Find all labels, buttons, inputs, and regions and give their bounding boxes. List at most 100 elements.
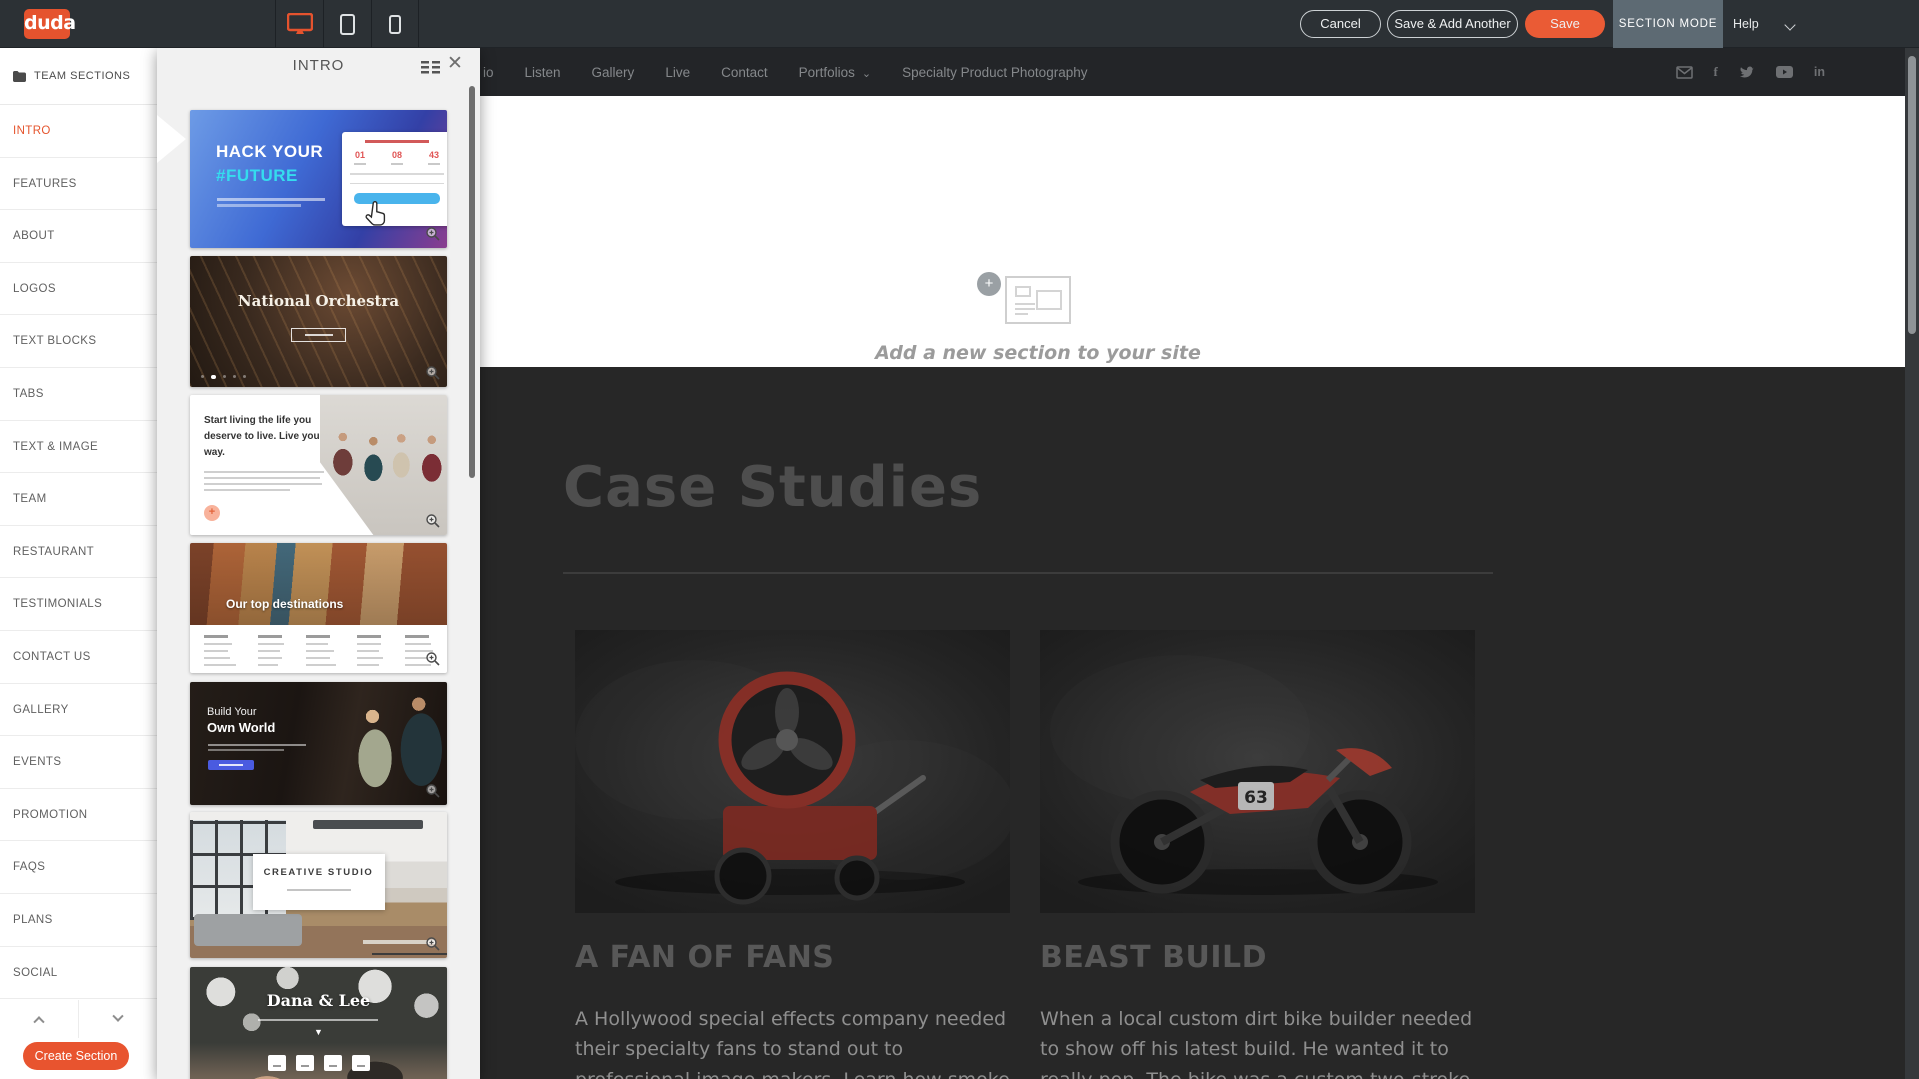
desktop-view-button[interactable] [275,0,323,48]
thumb-headline: Start living the life you deserve to liv… [204,413,330,461]
sidebar-item[interactable]: TABS [0,368,157,421]
duda-logo[interactable]: duda [24,9,70,39]
heart-icon: ▼ [190,1027,447,1037]
chevron-down-icon[interactable] [1784,19,1795,30]
countdown-number: 08 [391,150,403,165]
countdown-number: 43 [428,150,440,165]
sections-sidebar: TEAM SECTIONS INTROFEATURESABOUTLOGOSTEX… [0,48,157,1079]
thumb-cta-button [354,193,440,204]
thumb-cta-button [291,328,346,342]
countdown-number: 01 [354,150,366,165]
phone-view-button[interactable] [371,0,419,48]
save-button[interactable]: Save [1525,10,1605,38]
zoom-preview-icon[interactable] [426,652,440,666]
dirt-bike-image: 63 [1040,630,1475,913]
sidebar-pager [0,1000,157,1038]
save-add-another-button[interactable]: Save & Add Another [1387,10,1518,38]
sidebar-item[interactable]: FEATURES [0,158,157,211]
sidebar-item[interactable]: INTRO [0,105,157,158]
template-thumb-top-destinations[interactable]: Our top destinations [190,543,447,673]
email-icon[interactable] [1676,66,1693,79]
facebook-icon[interactable]: f [1714,64,1718,80]
sidebar-item[interactable]: TEXT BLOCKS [0,315,157,368]
case-studies-heading: Case Studies [563,455,982,520]
zoom-preview-icon[interactable] [426,366,440,380]
sidebar-item[interactable]: RESTAURANT [0,526,157,579]
template-thumb-national-orchestra[interactable]: National Orchestra [190,256,447,387]
template-thumb-start-living[interactable]: Start living the life you deserve to liv… [190,395,447,535]
site-social-links: f in [1676,48,1825,96]
sidebar-item[interactable]: TESTIMONIALS [0,578,157,631]
case-study-title: A FAN OF FANS [575,940,1010,975]
tablet-view-button[interactable] [323,0,371,48]
plus-circle-icon: + [977,272,1001,296]
top-bar: duda Cancel Save & Add Another Save SECT… [0,0,1919,48]
zoom-preview-icon[interactable] [426,227,440,241]
site-nav-item[interactable]: Live [665,65,690,80]
template-thumb-build-your-own-world[interactable]: Build Your Own World [190,682,447,805]
sidebar-item[interactable]: TEXT & IMAGE [0,421,157,474]
plus-circle-icon: + [204,505,220,521]
site-nav-item[interactable]: Contact [721,65,768,80]
divider [563,572,1493,574]
sidebar-item[interactable]: LOGOS [0,263,157,316]
studio-card: CREATIVE STUDIO [253,854,385,910]
youtube-icon[interactable] [1776,66,1793,78]
template-thumb-dana-and-lee[interactable]: Dana & Lee ▼ [190,967,447,1079]
countdown-boxes [190,1055,447,1071]
template-thumb-hack-your-future[interactable]: HACK YOUR #FUTURE 01 08 43 [190,110,447,248]
thumb-cta-button [208,760,254,770]
sidebar-item[interactable]: SOCIAL [0,947,157,1000]
case-study-card-fan: A FAN OF FANS A Hollywood special effect… [575,630,1010,1079]
layout-toggle-icon[interactable] [421,61,441,79]
zoom-preview-icon[interactable] [426,784,440,798]
sidebar-item[interactable]: PLANS [0,894,157,947]
template-thumb-creative-studio[interactable]: CREATIVE STUDIO [190,812,447,958]
carousel-dots [201,375,246,380]
sidebar-item[interactable]: FAQS [0,841,157,894]
close-icon[interactable]: ✕ [447,52,463,75]
twitter-icon[interactable] [1739,66,1755,79]
case-study-title: BEAST BUILD [1040,940,1475,975]
thumb-headline: Own World [207,720,275,735]
sidebar-items: INTROFEATURESABOUTLOGOSTEXT BLOCKSTABSTE… [0,105,157,999]
site-nav-item[interactable]: Specialty Product Photography [902,65,1087,80]
add-section-illustration: + [977,272,1097,332]
case-study-text: A Hollywood special effects company need… [575,1004,1010,1079]
linkedin-icon[interactable]: in [1814,65,1825,79]
zoom-preview-icon[interactable] [426,514,440,528]
case-study-card-bike: 63 BEAST BUILD When a local custom dirt … [1040,630,1475,1079]
thumb-headline: Build Your [207,706,257,718]
scroll-down-button[interactable] [79,1000,158,1038]
destinations-table [204,635,433,671]
site-nav-item[interactable]: Gallery [592,65,635,80]
help-menu[interactable]: Help [1733,0,1759,48]
scroll-up-button[interactable] [0,1000,79,1038]
chevron-down-icon [112,1011,123,1022]
sidebar-item[interactable]: EVENTS [0,736,157,789]
active-item-arrow [157,115,186,163]
thumb-headline: CREATIVE STUDIO [253,867,385,878]
bike-number: 63 [1244,788,1268,808]
preview-scrollbar[interactable] [1905,48,1919,1079]
sidebar-item[interactable]: ABOUT [0,210,157,263]
thumb-headline: HACK YOUR [216,142,323,162]
cancel-button[interactable]: Cancel [1300,10,1381,38]
intro-sections-panel: INTRO ✕ HACK YOUR #FUTURE 01 08 43 [157,48,480,1079]
countdown-card: 01 08 43 [342,132,447,226]
sidebar-item[interactable]: GALLERY [0,684,157,737]
site-nav-item[interactable]: Listen [525,65,561,80]
thumb-headline: Dana & Lee [190,991,447,1010]
section-wireframe-icon [1005,276,1071,324]
create-section-button[interactable]: Create Section [23,1042,129,1070]
sidebar-item[interactable]: CONTACT US [0,631,157,684]
site-nav-item[interactable]: Portfolios [799,65,872,80]
sidebar-item[interactable]: TEAM [0,473,157,526]
panel-scrollbar-thumb[interactable] [469,86,475,478]
site-nav-item[interactable]: io [483,65,494,80]
folder-icon [13,71,26,82]
zoom-preview-icon[interactable] [426,937,440,951]
sidebar-item[interactable]: PROMOTION [0,789,157,842]
preview-scrollbar-thumb[interactable] [1908,56,1916,334]
case-study-text: When a local custom dirt bike builder ne… [1040,1004,1475,1079]
